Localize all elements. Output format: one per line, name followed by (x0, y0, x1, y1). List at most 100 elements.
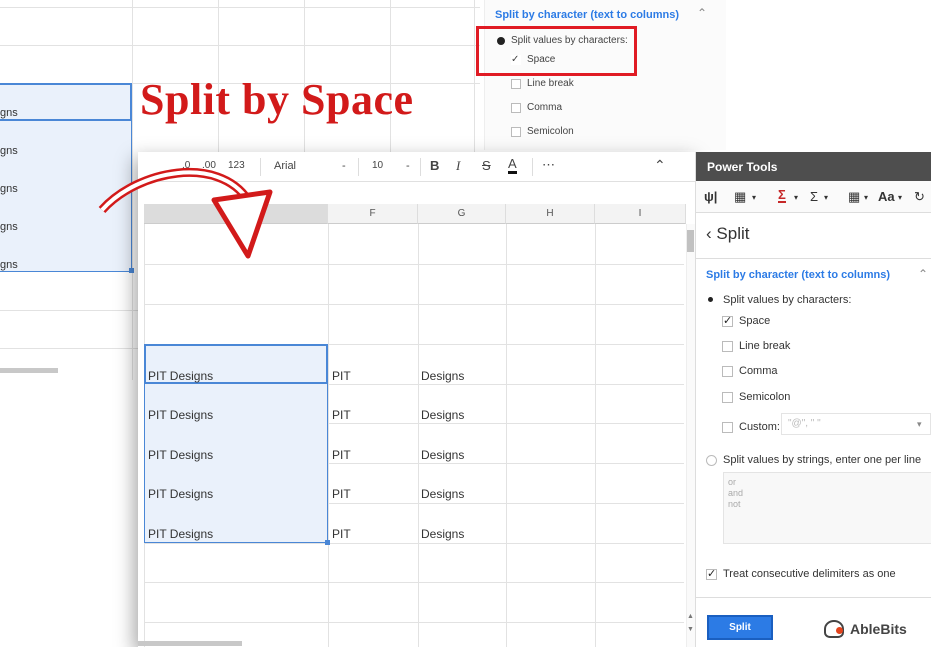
option-label: Semicolon (527, 126, 574, 137)
back-button[interactable]: ‹ Split (706, 224, 749, 244)
checkbox-line-break[interactable]: Line break (722, 340, 790, 352)
checkbox[interactable] (722, 340, 733, 352)
section-title: Split by character (text to columns) (495, 9, 679, 21)
chevron-down-icon[interactable]: ▾ (794, 193, 798, 202)
background-cell: gns (0, 221, 18, 233)
sigma-icon[interactable]: Σ (778, 188, 786, 203)
chevron-up-icon[interactable]: ⌃ (654, 157, 666, 174)
grid-line (144, 304, 684, 305)
sidebar-footer: Split AbleBits (696, 597, 931, 647)
background-cell: gns (0, 107, 18, 119)
chevron-down-icon[interactable]: ▾ (752, 193, 756, 202)
convert-icon[interactable]: ↻ (914, 189, 925, 205)
checkbox[interactable] (706, 567, 717, 580)
chevron-down-icon[interactable]: ▾ (917, 419, 922, 430)
cell-e3[interactable]: PIT Designs (148, 448, 213, 462)
checkbox[interactable] (722, 421, 733, 433)
chevron-down-icon[interactable]: - (342, 160, 346, 172)
cell-e4[interactable]: PIT Designs (148, 487, 213, 501)
headline: Split by Space (140, 75, 414, 124)
scrollbar-thumb[interactable] (687, 230, 694, 252)
cell-f1[interactable]: PIT (332, 369, 351, 383)
cell-f4[interactable]: PIT (332, 487, 351, 501)
checkbox (511, 102, 521, 113)
font-size-select[interactable]: 10 (372, 160, 383, 171)
toolbar-divider (358, 158, 359, 176)
checkbox-semicolon[interactable]: Semicolon (722, 391, 790, 403)
background-cell: gns (0, 259, 18, 271)
grid-line (144, 622, 684, 623)
custom-delimiter-input[interactable]: "@", " " (781, 413, 931, 435)
section-title[interactable]: Split by character (text to columns) (706, 269, 890, 281)
cell-g1[interactable]: Designs (421, 369, 464, 383)
chevron-down-icon[interactable]: ▾ (864, 193, 868, 202)
spreadsheet-window: .0 .00 123 Arial - 10 - B I S A ⋯ ⌃ E F … (98, 152, 698, 647)
toolbar-divider (420, 158, 421, 176)
column-header-f[interactable]: F (328, 204, 418, 224)
split-section: Split by character (text to columns) ⌃ S… (696, 258, 931, 598)
horizontal-scrollbar[interactable] (138, 641, 242, 646)
text-case-icon[interactable]: Aa (878, 189, 895, 204)
cell-g2[interactable]: Designs (421, 408, 464, 422)
table-icon[interactable]: ▦ (734, 189, 746, 205)
scroll-down-icon[interactable]: ▼ (687, 626, 694, 633)
back-label: Split (716, 224, 750, 243)
radio-button[interactable] (706, 454, 717, 466)
radio-split-strings[interactable]: Split values by strings, enter one per l… (706, 454, 921, 466)
column-header-g[interactable]: G (418, 204, 506, 224)
ablebits-icon (824, 620, 844, 638)
chevron-down-icon[interactable]: - (406, 160, 410, 172)
cell-e2[interactable]: PIT Designs (148, 408, 213, 422)
more-options-button[interactable]: ⋯ (542, 157, 555, 173)
cell-f5[interactable]: PIT (332, 527, 351, 541)
horizontal-scrollbar (0, 368, 58, 373)
column-header-i[interactable]: I (595, 204, 686, 224)
fill-handle[interactable] (325, 540, 330, 545)
cell-g3[interactable]: Designs (421, 448, 464, 462)
checkbox-custom[interactable]: Custom: (722, 421, 780, 433)
checkbox-label: Treat consecutive delimiters as one (723, 568, 896, 580)
grid-line (0, 45, 480, 46)
scroll-up-icon[interactable]: ▲ (687, 613, 694, 620)
checkbox-space[interactable]: Space (722, 314, 770, 327)
checkbox-treat-consecutive[interactable]: Treat consecutive delimiters as one (706, 567, 896, 580)
strikethrough-button[interactable]: S (482, 158, 491, 173)
text-color-button[interactable]: A (508, 156, 517, 174)
cell-g5[interactable]: Designs (421, 527, 464, 541)
radio-label: Split values by strings, enter one per l… (723, 454, 922, 466)
tools-icon[interactable]: ψ| (704, 189, 717, 204)
radio-split-characters[interactable]: Split values by characters: (706, 294, 851, 306)
cell-e5[interactable]: PIT Designs (148, 527, 213, 541)
formula-icon[interactable]: Σ (810, 189, 818, 204)
cell-f3[interactable]: PIT (332, 448, 351, 462)
split-button[interactable]: Split (707, 615, 773, 640)
checkbox-label: Custom: (739, 421, 780, 433)
option-label: Comma (527, 102, 563, 113)
italic-button[interactable]: I (456, 158, 460, 174)
background-cell: gns (0, 183, 18, 195)
column-header-h[interactable]: H (506, 204, 595, 224)
checkbox[interactable] (722, 314, 733, 327)
background-cell: gns (0, 145, 18, 157)
cell-f2[interactable]: PIT (332, 408, 351, 422)
checkbox[interactable] (722, 365, 733, 377)
strings-textarea[interactable]: or and not (723, 472, 931, 544)
checkbox[interactable] (722, 391, 733, 403)
grid-icon[interactable]: ▦ (848, 189, 860, 205)
highlight-box (476, 26, 637, 76)
checkbox-label: Semicolon (739, 391, 791, 403)
grid-line (328, 224, 329, 647)
cell-g4[interactable]: Designs (421, 487, 464, 501)
checkbox-comma[interactable]: Comma (722, 365, 778, 377)
checkbox (511, 78, 521, 89)
sidebar-title: Power Tools (696, 152, 931, 181)
ablebits-logo: AbleBits (824, 620, 907, 638)
cell-e1[interactable]: PIT Designs (148, 369, 213, 383)
chevron-down-icon[interactable]: ▾ (898, 193, 902, 202)
chevron-down-icon[interactable]: ▾ (824, 193, 828, 202)
radio-button[interactable] (706, 294, 717, 306)
radio-label: Split values by characters: (723, 294, 852, 306)
option-comma: Comma (511, 102, 562, 113)
bold-button[interactable]: B (430, 158, 439, 173)
chevron-up-icon[interactable]: ⌃ (918, 267, 928, 281)
